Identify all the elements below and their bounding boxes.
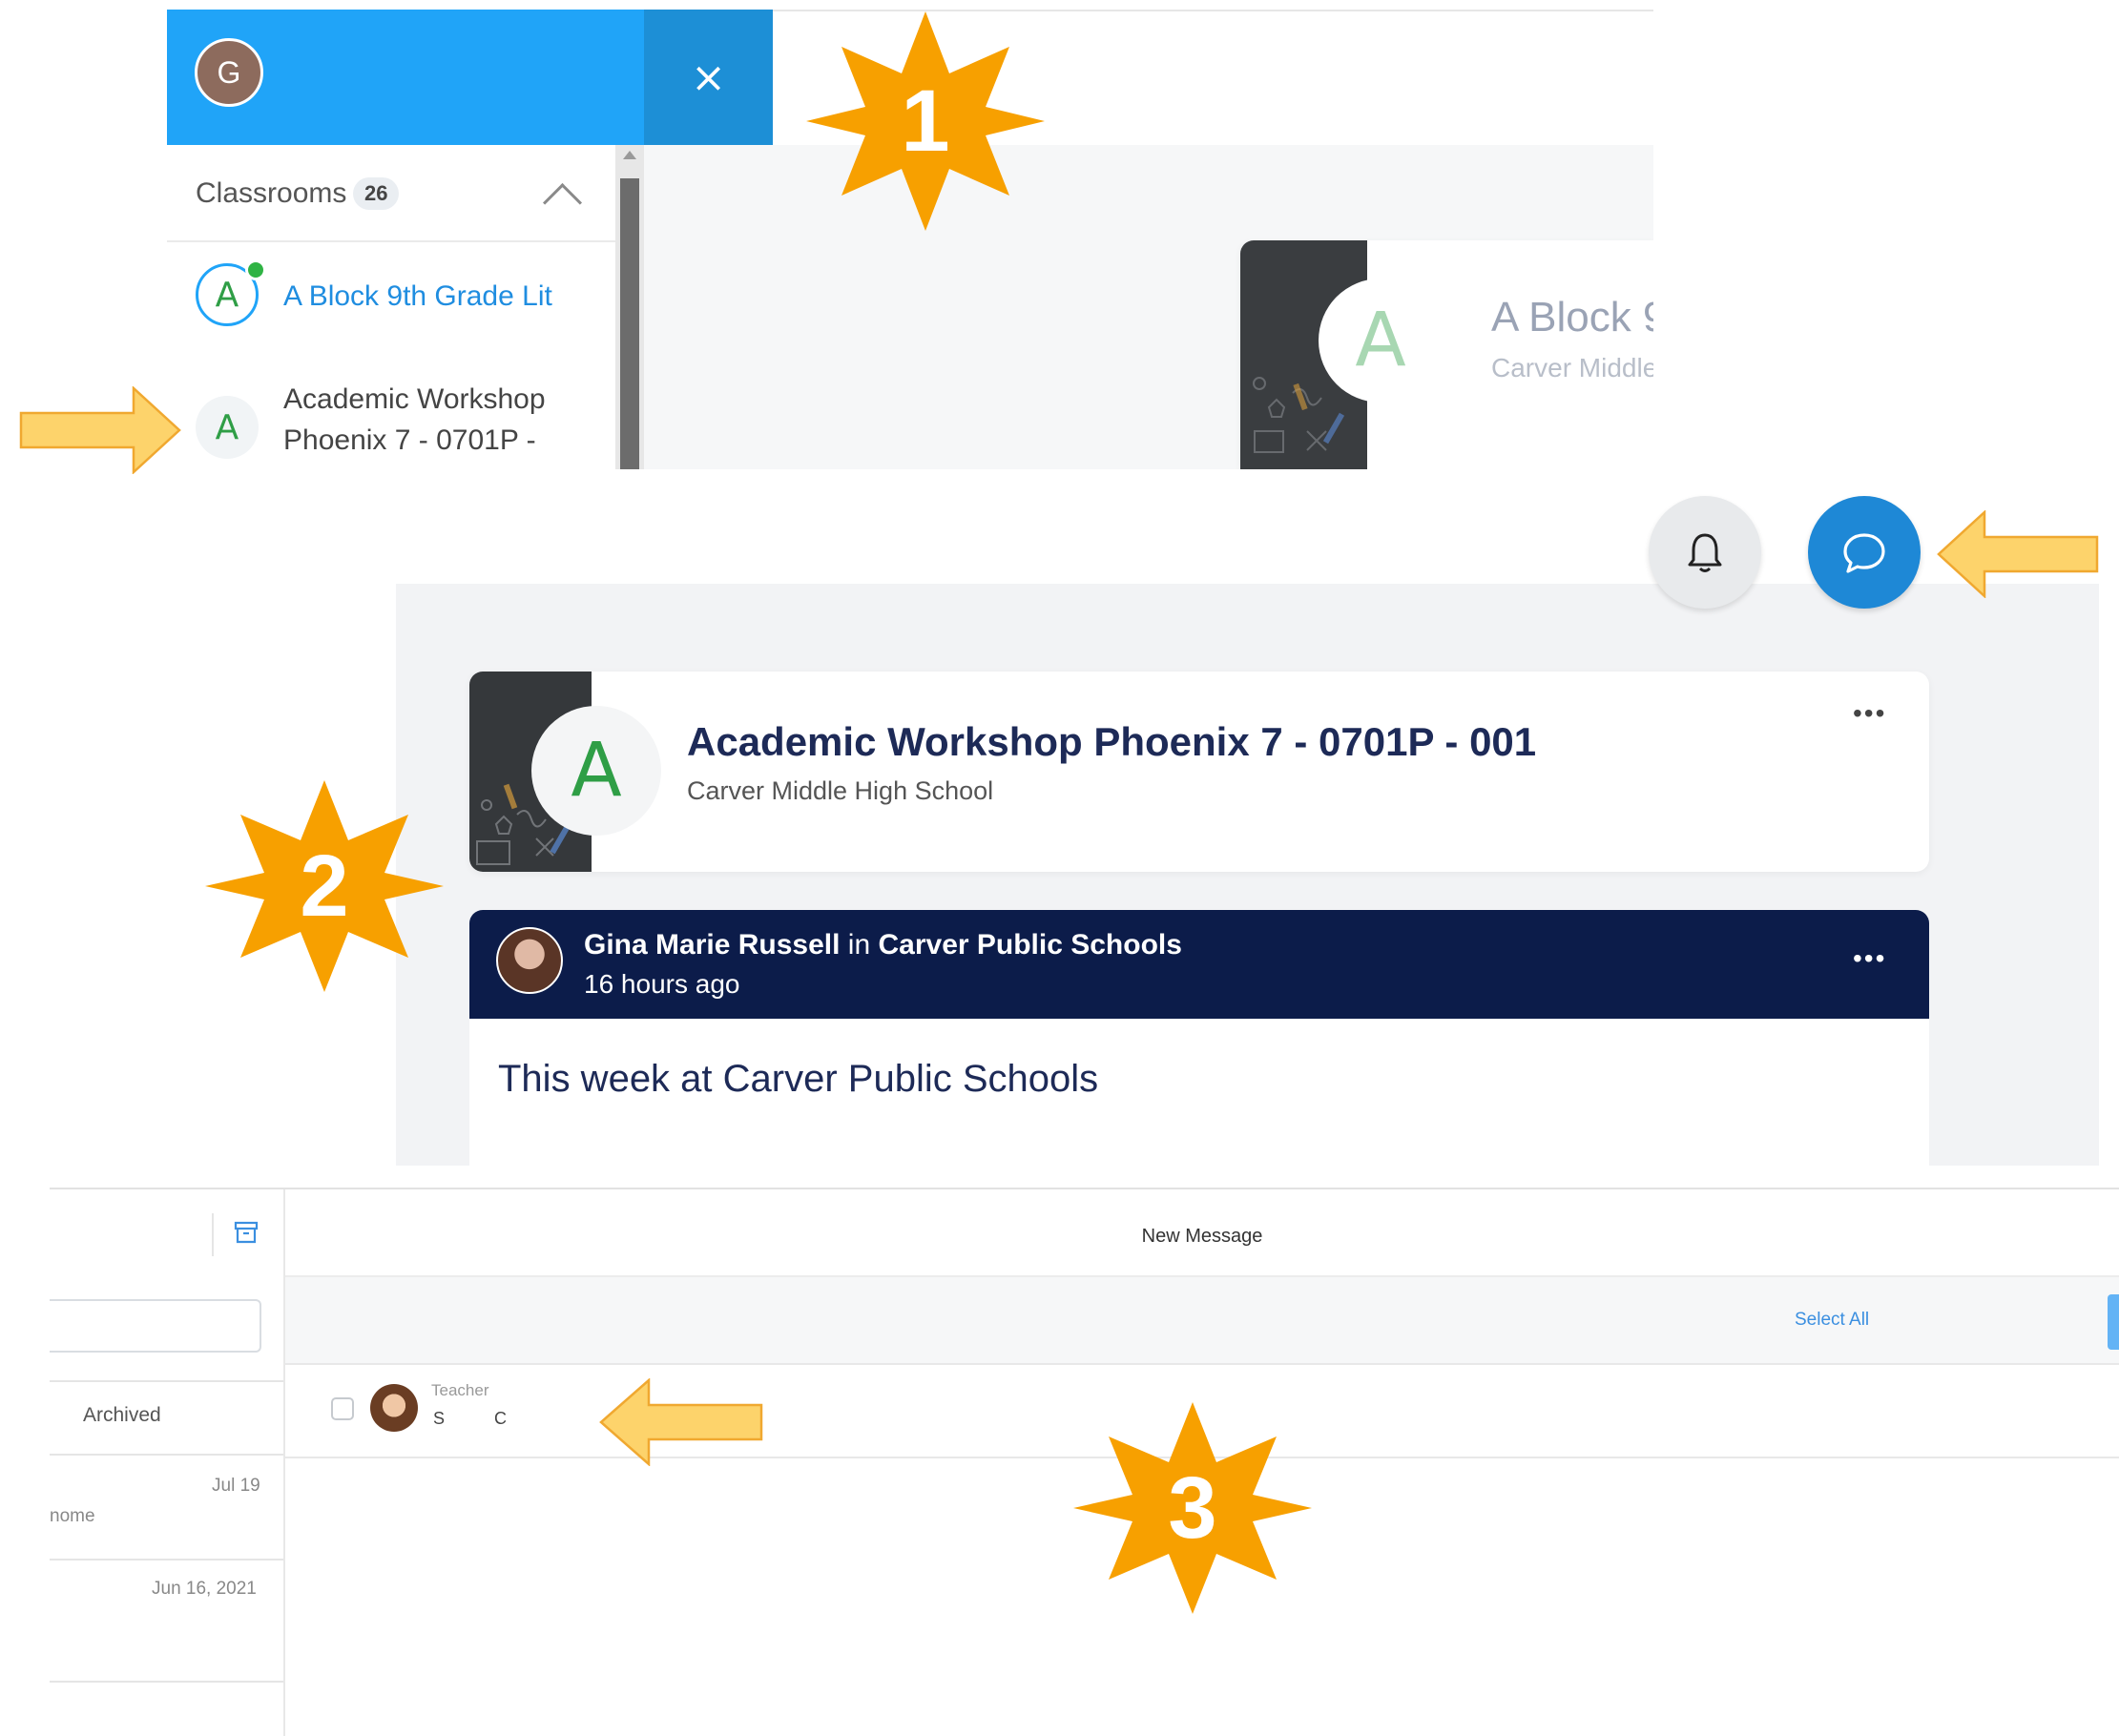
post-group-name[interactable]: Carver Public Schools [878,929,1181,961]
class-card-title: A Block 9 [1491,294,1653,341]
message-date: Jun 16, 2021 [152,1579,257,1599]
user-avatar[interactable]: G [195,38,263,107]
panel-class-feed: A Academic Workshop Phoenix 7 - 0701P - … [396,584,2099,1166]
post-author-connector: in [847,929,871,961]
primary-action-button[interactable] [2108,1294,2119,1350]
step-number: 1 [901,72,950,170]
post-author-name[interactable]: Gina Marie Russell [584,929,840,961]
divider [50,1559,283,1560]
divider [50,1681,283,1683]
more-options-icon[interactable]: ••• [1853,943,1886,974]
callout-arrow-right-icon [19,385,181,475]
top-divider [50,1188,2119,1189]
post-header: Gina Marie Russell in Carver Public Scho… [469,910,1929,1019]
message-snippet[interactable]: nome [50,1506,95,1527]
callout-arrow-left-icon [1937,509,2099,599]
classroom-item-label: Academic Workshop Phoenix 7 - 0701P - 00… [283,383,546,469]
divider [50,1380,283,1382]
classroom-icon: A [1319,279,1443,403]
message-date: Jul 19 [212,1476,260,1496]
step-number: 2 [300,837,349,935]
step-star-3: 3 [1073,1402,1312,1614]
scrollbar-thumb[interactable] [620,178,639,469]
class-header-card: A Academic Workshop Phoenix 7 - 0701P - … [469,672,1929,872]
classrooms-heading: Classrooms [196,177,347,209]
callout-arrow-left-icon [599,1377,763,1467]
step-star-2: 2 [205,780,444,992]
recipient-last-initial: C [494,1409,507,1428]
classroom-item-label: A Block 9th Grade Lit [283,280,552,312]
message-list-sidebar: Archived Jul 19 nome Jun 16, 2021 [50,1189,283,1736]
divider [212,1213,214,1256]
close-icon[interactable]: × [644,10,773,145]
divider [50,1454,283,1456]
recipient-avatar [370,1384,418,1432]
classroom-count-badge: 26 [353,177,400,210]
chevron-up-icon[interactable] [542,182,583,223]
divider [167,240,615,242]
menu-header: G × [167,10,773,145]
classroom-item-academic-workshop[interactable]: A Academic Workshop Phoenix 7 - 0701P - … [196,379,596,469]
step-number: 3 [1168,1458,1217,1557]
tab-archived[interactable]: Archived [83,1404,161,1427]
messages-chat-icon[interactable] [1808,496,1921,609]
divider [285,1363,2119,1365]
recipient-checkbox[interactable] [331,1397,354,1420]
sidebar-scrollbar[interactable] [615,145,644,469]
class-school-name: Carver Middle High School [687,776,994,805]
compose-title: New Message [1141,1226,1263,1247]
post-author-line: Gina Marie Russell in Carver Public Scho… [584,929,1182,961]
scroll-up-arrow-icon[interactable] [623,151,636,159]
class-title: Academic Workshop Phoenix 7 - 0701P - 00… [687,719,1537,764]
classroom-icon: A [531,706,661,836]
step-star-1: 1 [806,11,1045,231]
classrooms-sidebar: Classrooms 26 A A Block 9th Grade Lit A … [167,145,615,469]
post-body-text: This week at Carver Public Schools [498,1058,1099,1100]
post-timestamp: 16 hours ago [584,969,740,999]
divider [283,1189,285,1736]
search-input[interactable] [50,1299,261,1353]
more-options-icon[interactable]: ••• [1853,698,1886,729]
recipient-role: Teacher [431,1381,489,1399]
classroom-item-a-block[interactable]: A A Block 9th Grade Lit [196,259,596,336]
online-status-dot [245,259,266,280]
notifications-bell-icon[interactable] [1649,496,1761,609]
class-card-school: Carver Middle [1491,353,1653,382]
archive-box-icon[interactable] [234,1220,259,1245]
select-all-button[interactable]: Select All [1795,1310,1869,1331]
recipient-first-initial: S [433,1409,446,1428]
feed-post: Gina Marie Russell in Carver Public Scho… [469,910,1929,1166]
class-card-preview[interactable]: A A Block 9 Carver Middle [1240,240,1653,469]
classroom-icon: A [196,396,259,459]
author-avatar[interactable] [496,927,563,994]
